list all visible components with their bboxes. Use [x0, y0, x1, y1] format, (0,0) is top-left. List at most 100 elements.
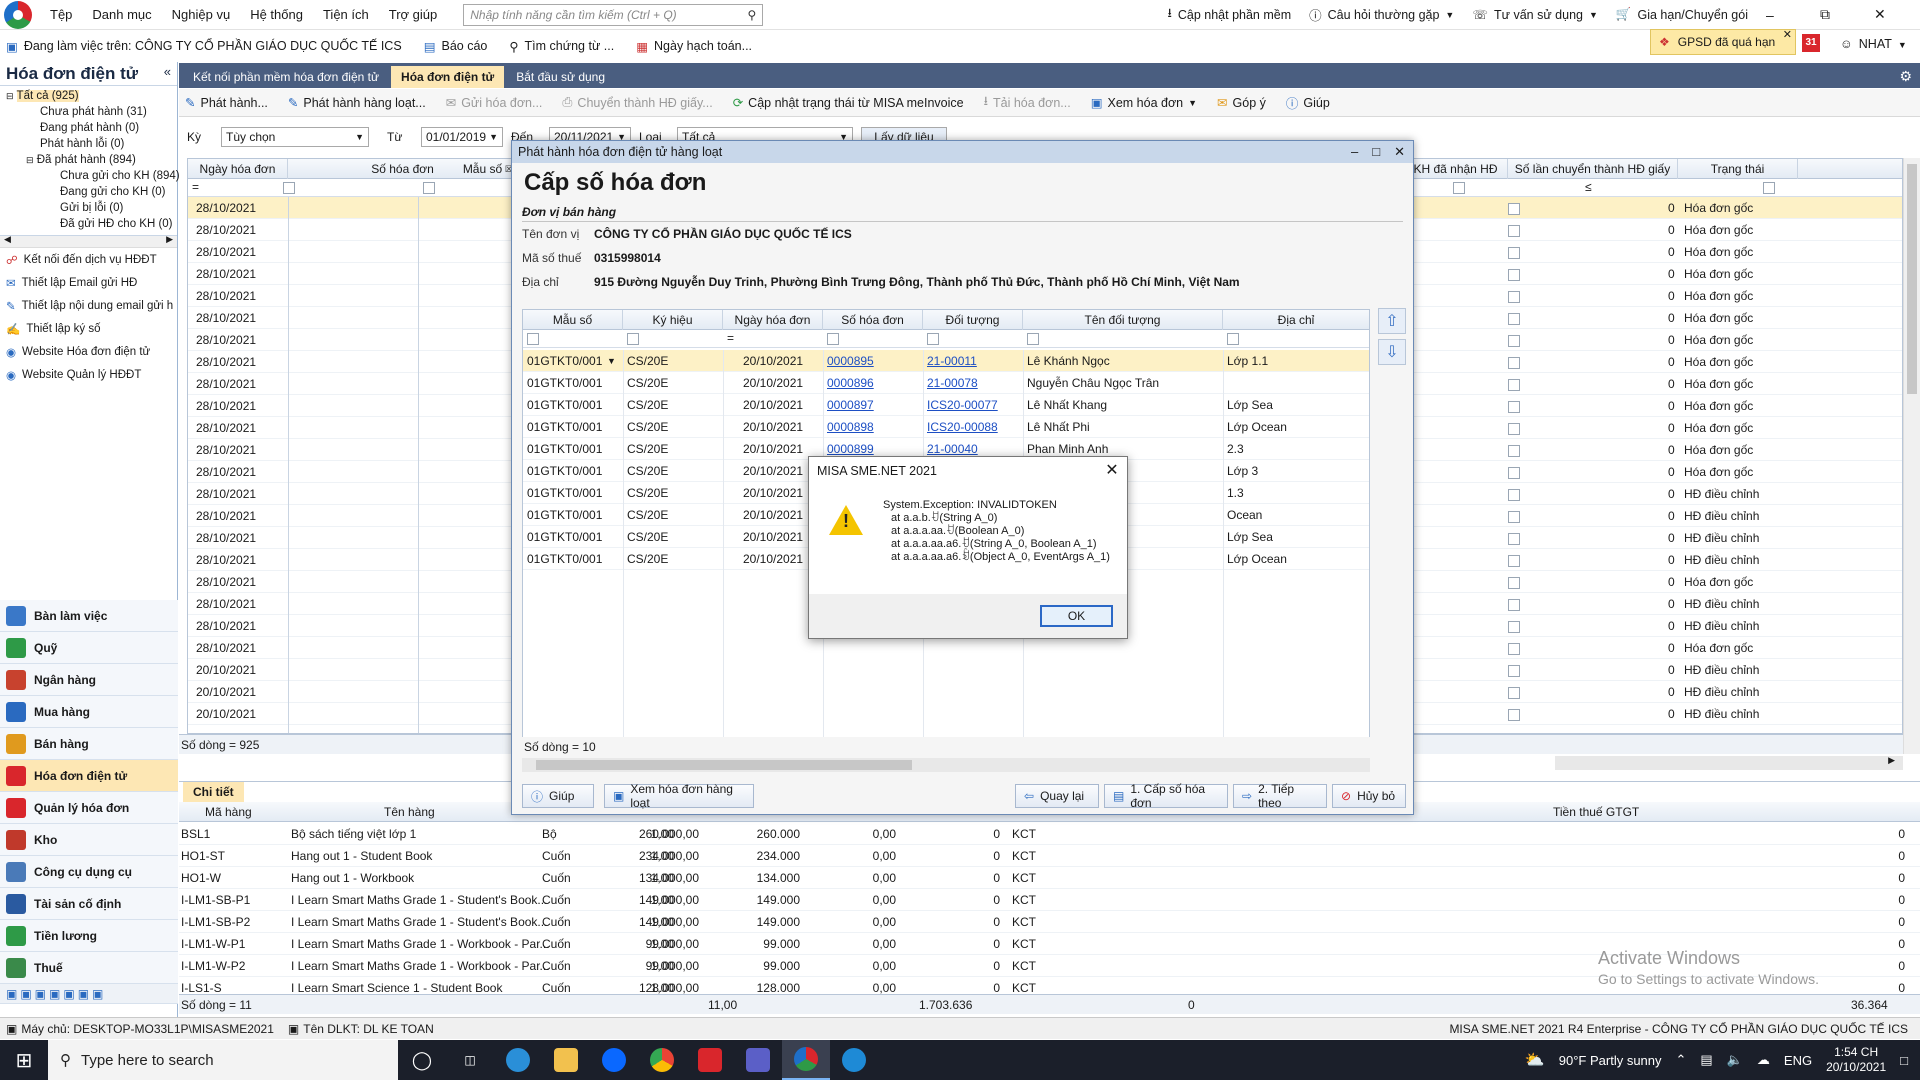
cell-received-checkbox[interactable] — [1508, 373, 1520, 395]
tree-node[interactable]: Phát hành lỗi (0) — [0, 136, 177, 152]
filter-operator-icon[interactable] — [527, 333, 539, 345]
cell-received-checkbox[interactable] — [1508, 197, 1520, 219]
network-icon[interactable]: ▤ — [1700, 1052, 1712, 1068]
link-digital-sign[interactable]: ✍ Thiết lập ký số — [0, 317, 177, 340]
grid-hscroll[interactable]: ▶ — [1555, 755, 1903, 770]
move-up-button[interactable]: ⇧ — [1378, 308, 1406, 334]
tree-node[interactable]: Gửi bị lỗi (0) — [0, 200, 177, 216]
language-indicator[interactable]: ENG — [1784, 1053, 1812, 1068]
cortana-button[interactable]: ◯ — [398, 1040, 446, 1080]
message-box-close-button[interactable]: ✕ — [1097, 457, 1127, 485]
module-tools[interactable]: Công cụ dụng cụ — [0, 856, 178, 888]
back-button[interactable]: ⇦ Quay lại — [1015, 784, 1099, 808]
issue-button[interactable]: ✎ Phát hành... — [185, 95, 268, 111]
filter-operator[interactable]: = — [192, 180, 199, 194]
cell-received-checkbox[interactable] — [1508, 439, 1520, 461]
notification-icon[interactable]: □ — [1900, 1053, 1908, 1068]
module-sales[interactable]: Bán hàng — [0, 728, 178, 760]
module-payroll[interactable]: Tiền lương — [0, 920, 178, 952]
dialog-help-button[interactable]: ⓘ Giúp — [522, 784, 594, 808]
module-warehouse[interactable]: Kho — [0, 824, 178, 856]
cell-received-checkbox[interactable] — [1508, 417, 1520, 439]
cell-received-checkbox[interactable] — [1508, 351, 1520, 373]
renew-button[interactable]: 🛒 Gia hạn/Chuyển gói — [1616, 7, 1748, 22]
settings-gear-icon[interactable]: ⚙ — [1891, 68, 1920, 88]
tab-connect-software[interactable]: Kết nối phần mềm hóa đơn điện tử — [183, 66, 389, 88]
cell-received-checkbox[interactable] — [1508, 395, 1520, 417]
detail-row[interactable]: I-LM1-SB-P2 I Learn Smart Maths Grade 1 -… — [179, 911, 1920, 933]
filter-operator-icon[interactable] — [927, 333, 939, 345]
cell-received-checkbox[interactable] — [1508, 329, 1520, 351]
col-invoice-date[interactable]: Ngày hóa đơn — [723, 310, 823, 330]
tree-node[interactable]: Đang phát hành (0) — [0, 120, 177, 136]
dialog-close-button[interactable]: ✕ — [1394, 141, 1405, 163]
tab-einvoice[interactable]: Hóa đơn điện tử — [391, 66, 505, 88]
cell-invoice-number[interactable]: 0000895 — [827, 350, 874, 372]
cell-customer-code[interactable]: ICS20-00088 — [927, 416, 998, 438]
cell-invoice-number[interactable]: 0000898 — [827, 416, 874, 438]
grid-vscroll[interactable] — [1903, 158, 1920, 754]
link-management-website[interactable]: ◉ Website Quản lý HĐĐT — [0, 363, 177, 386]
help-button[interactable]: ⓘ Giúp — [1286, 93, 1330, 112]
module-desk[interactable]: Bàn làm việc — [0, 600, 178, 632]
col-status[interactable]: Trạng thái — [1678, 159, 1798, 179]
detail-row[interactable]: HO1-W Hang out 1 - Workbook Cuốn 1,00 134.00… — [179, 867, 1920, 889]
cell-received-checkbox[interactable] — [1508, 527, 1520, 549]
col-vat-amount[interactable]: Tiền thuế GTGT — [1553, 802, 1639, 822]
col-address[interactable]: Địa chỉ — [1223, 310, 1369, 330]
tree-hscroll[interactable]: ◀ ▶ — [0, 234, 177, 248]
faq-button[interactable]: ⓘ Câu hỏi thường gặp ▼ — [1309, 5, 1454, 24]
module-fixed-assets[interactable]: Tài sản cố định — [0, 888, 178, 920]
cell-received-checkbox[interactable] — [1508, 505, 1520, 527]
cell-received-checkbox[interactable] — [1508, 593, 1520, 615]
col-invoice-date[interactable]: Ngày hóa đơn — [188, 159, 288, 179]
menu-operations[interactable]: Nghiệp vụ — [162, 7, 241, 22]
view-invoice-button[interactable]: ▣ Xem hóa đơn ▼ — [1091, 95, 1197, 111]
col-symbol[interactable]: Ký hiệu — [623, 310, 723, 330]
filter-operator-icon[interactable] — [627, 333, 639, 345]
link-email-content[interactable]: ✎ Thiết lập nội dung email gửi h — [0, 294, 177, 317]
module-tax[interactable]: Thuế — [0, 952, 178, 984]
taskbar-vnc[interactable] — [686, 1040, 734, 1080]
col-item-code[interactable]: Mã hàng — [205, 802, 252, 822]
tray-chevron-icon[interactable]: ⌃ — [1676, 1052, 1687, 1068]
taskbar-misa[interactable] — [782, 1040, 830, 1080]
tab-detail[interactable]: Chi tiết — [183, 782, 244, 802]
view-bulk-invoice-button[interactable]: ▣ Xem hóa đơn hàng loạt — [604, 782, 754, 810]
tree-node[interactable]: Đã gửi HĐ cho KH (0) — [0, 216, 177, 232]
update-status-button[interactable]: ⟳ Cập nhật trạng thái từ MISA meInvoice — [733, 95, 964, 111]
link-invoice-website[interactable]: ◉ Website Hóa đơn điện tử — [0, 340, 177, 363]
download-invoice-button[interactable]: ⭳ Tải hóa đơn... — [984, 92, 1071, 113]
cell-received-checkbox[interactable] — [1508, 307, 1520, 329]
taskbar-edge[interactable] — [494, 1040, 542, 1080]
cell-customer-code[interactable]: ICS20-00077 — [927, 394, 998, 416]
posting-date-button[interactable]: ▦ Ngày hạch toán... — [636, 39, 752, 54]
menu-help[interactable]: Trợ giúp — [379, 7, 448, 22]
cell-received-checkbox[interactable] — [1508, 263, 1520, 285]
clock[interactable]: 1:54 CH 20/10/2021 — [1826, 1045, 1886, 1075]
user-menu[interactable]: ☺ NHAT ▼ — [1840, 37, 1907, 51]
cell-received-checkbox[interactable] — [1508, 659, 1520, 681]
module-einvoice[interactable]: Hóa đơn điện tử — [0, 760, 178, 792]
tab-getting-started[interactable]: Bắt đầu sử dụng — [506, 66, 615, 88]
gpsd-expired-banner[interactable]: ❖ GPSD đã quá hạn ✕ — [1650, 29, 1796, 55]
chevron-down-icon[interactable]: ▼ — [607, 350, 616, 372]
move-down-button[interactable]: ⇩ — [1378, 339, 1406, 365]
module-bank[interactable]: Ngân hàng — [0, 664, 178, 696]
cell-received-checkbox[interactable] — [1508, 637, 1520, 659]
cell-received-checkbox[interactable] — [1508, 549, 1520, 571]
tree-node[interactable]: Đang gửi cho KH (0) — [0, 184, 177, 200]
calendar-notification-icon[interactable]: 31 — [1802, 34, 1820, 52]
next-button[interactable]: ⇨ 2. Tiếp theo — [1233, 782, 1327, 810]
cell-received-checkbox[interactable] — [1508, 571, 1520, 593]
dialog-table-row[interactable]: 01GTKT0/001 CS/20E 20/10/2021 0000897 ICS20-… — [523, 394, 1369, 416]
filter-operator-icon[interactable] — [1027, 333, 1039, 345]
menu-system[interactable]: Hệ thống — [240, 7, 313, 22]
link-connect-einvoice[interactable]: ☍ Kết nối đến dịch vụ HĐĐT — [0, 248, 177, 271]
col-paper-count[interactable]: Số lần chuyển thành HĐ giấy — [1508, 159, 1678, 179]
collapse-sidebar-icon[interactable]: « — [164, 64, 171, 83]
col-template[interactable]: Mẫu số — [523, 310, 623, 330]
cell-received-checkbox[interactable] — [1508, 681, 1520, 703]
taskbar-explorer[interactable] — [542, 1040, 590, 1080]
filter-operator[interactable]: ≤ — [1585, 180, 1592, 194]
